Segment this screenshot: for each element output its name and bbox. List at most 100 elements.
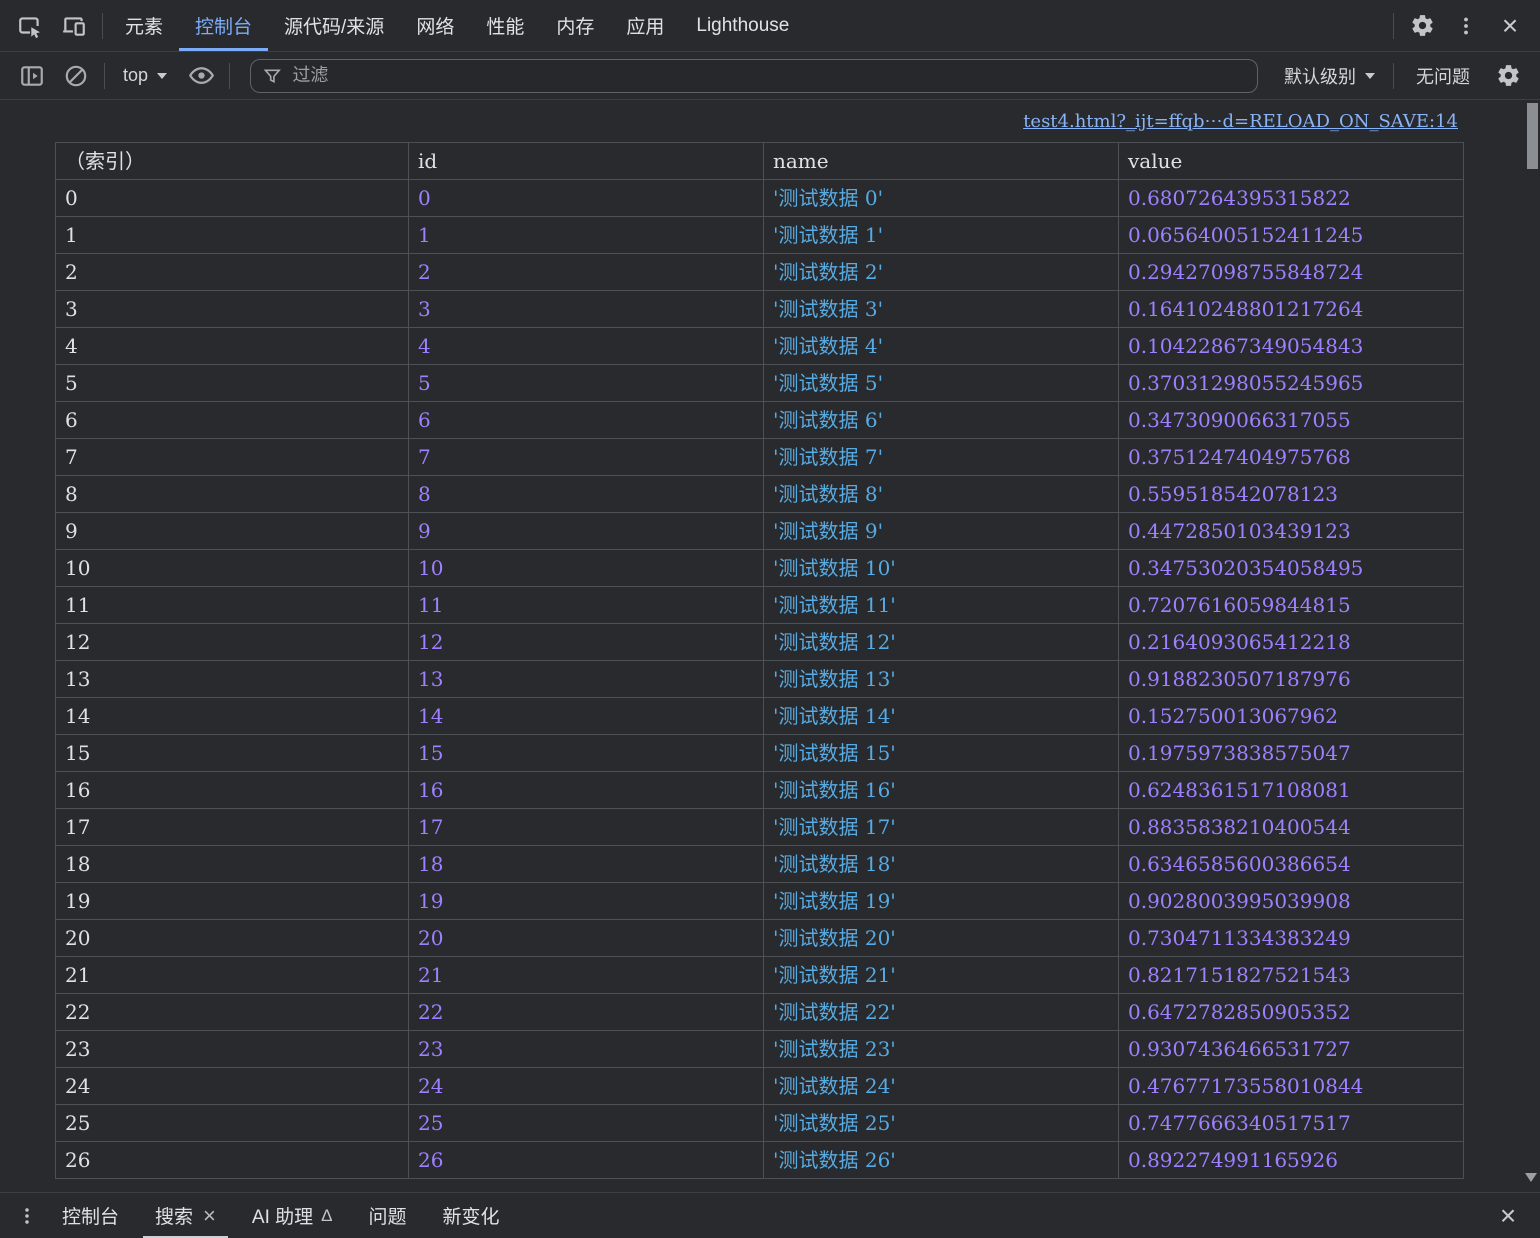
- table-row: 99'测试数据 9'0.4472850103439123: [56, 513, 1464, 550]
- cell-index: 26: [56, 1142, 409, 1179]
- create-live-expression-button[interactable]: [179, 56, 223, 96]
- cell-value: 0.3473090066317055: [1119, 402, 1464, 439]
- scrollbar-thumb[interactable]: [1527, 103, 1538, 169]
- tab-Lighthouse[interactable]: Lighthouse: [680, 0, 805, 51]
- gear-icon: [1410, 13, 1435, 38]
- console-sidebar-toggle-button[interactable]: [10, 56, 54, 96]
- drawer-tab-label: 新变化: [443, 1202, 500, 1229]
- tab-网络[interactable]: 网络: [400, 0, 470, 51]
- cell-id: 0: [409, 180, 764, 217]
- cell-value: 0.34753020354058495: [1119, 550, 1464, 587]
- cell-name: '测试数据 19': [764, 883, 1119, 920]
- eye-icon: [188, 62, 215, 89]
- inspect-element-button[interactable]: [8, 6, 52, 46]
- cell-index: 24: [56, 1068, 409, 1105]
- tab-源代码/来源[interactable]: 源代码/来源: [268, 0, 400, 51]
- drawer-tab-AI 助理[interactable]: AI 助理Δ: [234, 1193, 351, 1238]
- scrollbar-down-arrow-icon[interactable]: [1525, 1173, 1537, 1182]
- column-header-value[interactable]: value: [1119, 143, 1464, 180]
- execution-context-selector[interactable]: top: [111, 65, 179, 86]
- cell-id: 6: [409, 402, 764, 439]
- column-header-id[interactable]: id: [409, 143, 764, 180]
- cell-value: 0.7477666340517517: [1119, 1105, 1464, 1142]
- table-row: 1616'测试数据 16'0.6248361517108081: [56, 772, 1464, 809]
- cell-index: 21: [56, 957, 409, 994]
- cell-id: 24: [409, 1068, 764, 1105]
- cell-index: 6: [56, 402, 409, 439]
- console-filter-input[interactable]: [292, 65, 1245, 86]
- settings-button[interactable]: [1400, 6, 1444, 46]
- cell-name: '测试数据 4': [764, 328, 1119, 365]
- console-filter-box[interactable]: [250, 59, 1258, 93]
- panel-tabs: 元素控制台源代码/来源网络性能内存应用Lighthouse: [109, 0, 805, 51]
- cell-name: '测试数据 7': [764, 439, 1119, 476]
- tab-元素[interactable]: 元素: [109, 0, 179, 51]
- cell-id: 8: [409, 476, 764, 513]
- tab-应用[interactable]: 应用: [610, 0, 680, 51]
- cell-value: 0.16410248801217264: [1119, 291, 1464, 328]
- device-toolbar-button[interactable]: [52, 6, 96, 46]
- console-settings-button[interactable]: [1486, 56, 1530, 96]
- ai-assistant-badge-icon: Δ: [321, 1206, 332, 1226]
- drawer-tab-新变化[interactable]: 新变化: [425, 1193, 518, 1238]
- cell-value: 0.47677173558010844: [1119, 1068, 1464, 1105]
- cell-index: 1: [56, 217, 409, 254]
- console-table: （索引） id name value 00'测试数据 0'0.680726439…: [55, 142, 1464, 1179]
- cell-name: '测试数据 8': [764, 476, 1119, 513]
- issues-counter[interactable]: 无问题: [1400, 63, 1486, 89]
- console-toolbar: top 默认级别 无问题: [0, 52, 1540, 100]
- cell-name: '测试数据 5': [764, 365, 1119, 402]
- tab-内存[interactable]: 内存: [540, 0, 610, 51]
- cell-id: 15: [409, 735, 764, 772]
- cell-index: 15: [56, 735, 409, 772]
- cell-index: 10: [56, 550, 409, 587]
- cell-id: 11: [409, 587, 764, 624]
- table-row: 2626'测试数据 26'0.892274991165926: [56, 1142, 1464, 1179]
- cell-name: '测试数据 11': [764, 587, 1119, 624]
- cell-name: '测试数据 10': [764, 550, 1119, 587]
- cell-id: 12: [409, 624, 764, 661]
- table-row: 1818'测试数据 18'0.6346585600386654: [56, 846, 1464, 883]
- cell-id: 7: [409, 439, 764, 476]
- cell-value: 0.2164093065412218: [1119, 624, 1464, 661]
- drawer-tab-控制台[interactable]: 控制台: [44, 1193, 137, 1238]
- cell-name: '测试数据 20': [764, 920, 1119, 957]
- drawer-tab-问题[interactable]: 问题: [350, 1193, 424, 1238]
- cell-index: 13: [56, 661, 409, 698]
- cell-value: 0.9188230507187976: [1119, 661, 1464, 698]
- clear-console-button[interactable]: [54, 56, 98, 96]
- tab-性能[interactable]: 性能: [470, 0, 540, 51]
- cell-name: '测试数据 17': [764, 809, 1119, 846]
- log-level-label: 默认级别: [1284, 63, 1356, 89]
- cell-index: 9: [56, 513, 409, 550]
- table-row: 1313'测试数据 13'0.9188230507187976: [56, 661, 1464, 698]
- close-devtools-button[interactable]: ×: [1488, 6, 1532, 46]
- tab-控制台[interactable]: 控制台: [179, 0, 268, 51]
- vertical-dots-icon: [16, 1205, 38, 1227]
- drawer-tab-搜索[interactable]: 搜索×: [137, 1193, 234, 1238]
- toolbar-divider: [229, 63, 230, 89]
- cell-index: 8: [56, 476, 409, 513]
- table-row: 88'测试数据 8'0.559518542078123: [56, 476, 1464, 513]
- drawer-toolbar: 控制台搜索×AI 助理Δ问题新变化 ×: [0, 1192, 1540, 1238]
- drawer-menu-button[interactable]: [10, 1196, 44, 1236]
- table-row: 1111'测试数据 11'0.7207616059844815: [56, 587, 1464, 624]
- close-drawer-button[interactable]: ×: [1486, 1196, 1530, 1236]
- cell-index: 7: [56, 439, 409, 476]
- column-header-index[interactable]: （索引）: [56, 143, 409, 180]
- log-level-selector[interactable]: 默认级别: [1272, 63, 1387, 89]
- cell-id: 22: [409, 994, 764, 1031]
- table-row: 55'测试数据 5'0.37031298055245965: [56, 365, 1464, 402]
- more-options-button[interactable]: [1444, 6, 1488, 46]
- chevron-down-icon: [157, 73, 167, 79]
- cell-value: 0.7304711334383249: [1119, 920, 1464, 957]
- close-search-tab-icon[interactable]: ×: [203, 1205, 216, 1227]
- cell-id: 19: [409, 883, 764, 920]
- cell-name: '测试数据 15': [764, 735, 1119, 772]
- cell-value: 0.7207616059844815: [1119, 587, 1464, 624]
- cell-name: '测试数据 2': [764, 254, 1119, 291]
- toolbar-divider: [102, 13, 103, 39]
- column-header-name[interactable]: name: [764, 143, 1119, 180]
- table-row: 2121'测试数据 21'0.8217151827521543: [56, 957, 1464, 994]
- source-location-link[interactable]: test4.html?_ijt=ffqb⋯d=RELOAD_ON_SAVE:14: [1023, 111, 1458, 132]
